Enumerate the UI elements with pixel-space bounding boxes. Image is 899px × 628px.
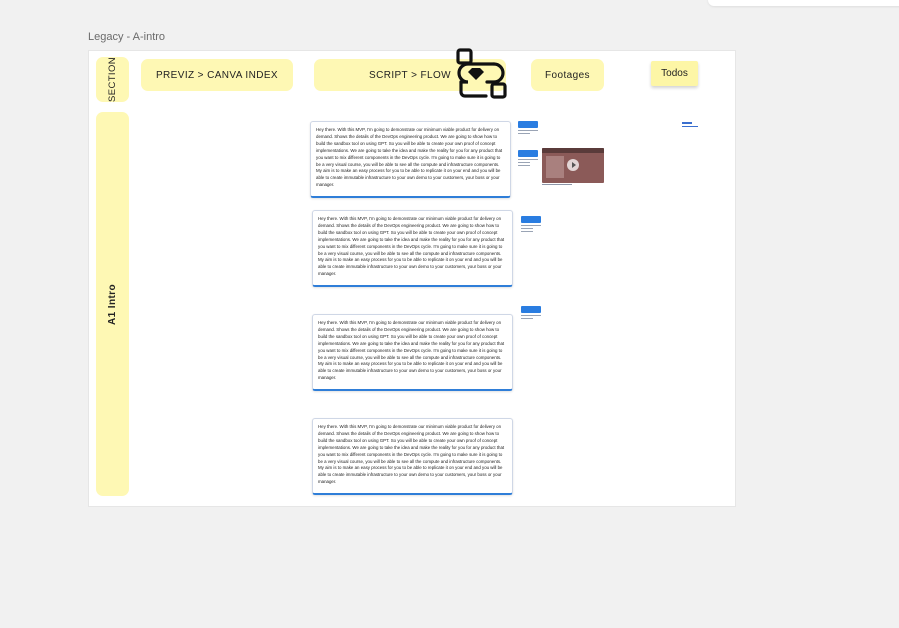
script-card[interactable]: Hey there. With this MVP, I'm going to d… — [310, 121, 511, 198]
footages-header[interactable]: Footages — [531, 59, 604, 91]
footage-video-thumbnail[interactable] — [542, 148, 604, 183]
section-header-label: SECTION — [107, 56, 118, 103]
row-a1-intro[interactable]: A1 Intro — [96, 112, 129, 496]
script-header-label: SCRIPT > FLOW — [369, 69, 451, 81]
previz-header-label: PREVIZ > CANVA INDEX — [155, 69, 278, 81]
footage-thumbnail[interactable] — [521, 306, 541, 326]
script-card[interactable]: Hey there. With this MVP, I'm going to d… — [312, 418, 513, 495]
footages-header-label: Footages — [545, 69, 590, 81]
video-caption — [542, 184, 572, 185]
flow-plugin-icon[interactable] — [456, 48, 508, 100]
script-card-text: Hey there. With this MVP, I'm going to d… — [318, 320, 505, 381]
footage-thumbnail[interactable] — [518, 150, 538, 170]
todos-sticky-label: Todos — [661, 68, 688, 79]
script-card-text: Hey there. With this MVP, I'm going to d… — [318, 216, 505, 277]
script-card[interactable]: Hey there. With this MVP, I'm going to d… — [312, 210, 513, 287]
footage-thumbnail[interactable] — [518, 121, 538, 141]
row-a1-intro-label: A1 Intro — [107, 283, 119, 325]
footage-thumbnail[interactable] — [521, 216, 541, 236]
section-header[interactable]: SECTION — [96, 57, 129, 102]
script-card[interactable]: Hey there. With this MVP, I'm going to d… — [312, 314, 513, 391]
todo-link[interactable] — [682, 122, 698, 127]
previz-header[interactable]: PREVIZ > CANVA INDEX — [141, 59, 293, 91]
play-icon[interactable] — [567, 159, 579, 171]
script-card-text: Hey there. With this MVP, I'm going to d… — [316, 127, 503, 188]
todos-sticky[interactable]: Todos — [651, 61, 698, 86]
board-title[interactable]: Legacy - A-intro — [88, 31, 165, 43]
toolbar-panel — [708, 0, 899, 6]
script-card-text: Hey there. With this MVP, I'm going to d… — [318, 424, 505, 485]
